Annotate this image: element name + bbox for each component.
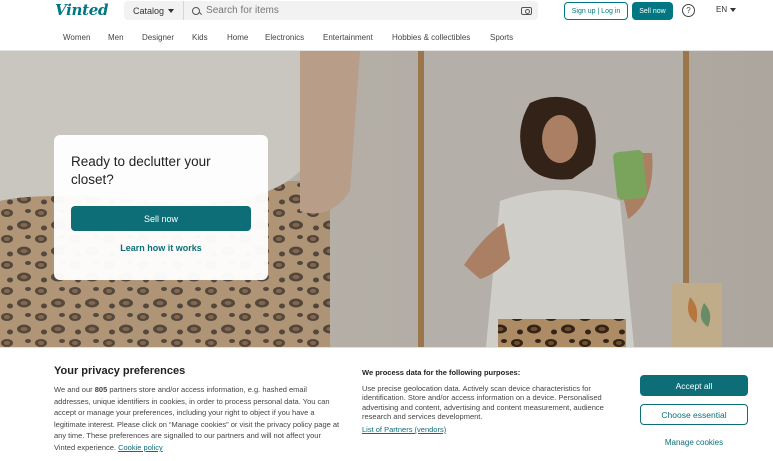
- nav-item-sports[interactable]: Sports: [490, 33, 513, 42]
- purposes-text: Use precise geolocation data. Actively s…: [362, 384, 604, 422]
- cookie-text-start: We and our: [54, 385, 95, 394]
- hero-banner: Ready to declutter your closet? Sell now…: [0, 51, 773, 347]
- catalog-dropdown[interactable]: Catalog: [124, 1, 185, 20]
- help-icon[interactable]: ?: [682, 4, 695, 17]
- search-input[interactable]: [200, 5, 521, 16]
- signup-login-button[interactable]: Sign up | Log in: [564, 2, 628, 20]
- promo-title: Ready to declutter your closet?: [71, 154, 211, 187]
- chevron-down-icon: [730, 7, 737, 12]
- accept-all-button[interactable]: Accept all: [640, 375, 748, 396]
- choose-essential-button[interactable]: Choose essential: [640, 404, 748, 425]
- search-bar: Catalog: [124, 1, 538, 20]
- top-header: Vinted Catalog Sign up | Log in Sell now…: [0, 0, 773, 22]
- partners-list-link[interactable]: List of Partners (vendors): [362, 425, 446, 434]
- header-sell-now-button[interactable]: Sell now: [632, 2, 673, 20]
- cookie-banner: Your privacy preferences We and our 805 …: [0, 347, 773, 461]
- cookie-description: We and our 805 partners store and/or acc…: [54, 384, 344, 454]
- search-icon: [192, 6, 201, 15]
- camera-icon[interactable]: [521, 6, 532, 15]
- nav-item-men[interactable]: Men: [108, 33, 124, 42]
- cookie-title: Your privacy preferences: [54, 365, 186, 377]
- nav-item-designer[interactable]: Designer: [142, 33, 174, 42]
- cookie-policy-link[interactable]: Cookie policy: [118, 443, 163, 452]
- category-nav: Women Men Designer Kids Home Electronics…: [0, 29, 773, 49]
- learn-how-it-works-link[interactable]: Learn how it works: [71, 243, 251, 253]
- nav-item-entertainment[interactable]: Entertainment: [323, 33, 373, 42]
- nav-item-hobbies[interactable]: Hobbies & collectibles: [392, 33, 470, 42]
- nav-item-electronics[interactable]: Electronics: [265, 33, 304, 42]
- vinted-logo[interactable]: Vinted: [55, 1, 108, 19]
- promo-sell-now-button[interactable]: Sell now: [71, 206, 251, 231]
- partner-count: 805: [94, 385, 108, 394]
- cookie-text-body: partners store and/or access information…: [54, 385, 340, 452]
- language-label: EN: [716, 5, 728, 14]
- nav-item-home[interactable]: Home: [227, 33, 248, 42]
- language-selector[interactable]: EN: [716, 5, 737, 14]
- manage-cookies-button[interactable]: Manage cookies: [640, 438, 748, 447]
- nav-item-kids[interactable]: Kids: [192, 33, 208, 42]
- purposes-title: We process data for the following purpos…: [362, 368, 521, 377]
- catalog-label: Catalog: [133, 5, 165, 16]
- chevron-down-icon: [168, 8, 175, 13]
- nav-item-women[interactable]: Women: [63, 33, 90, 42]
- promo-card: Ready to declutter your closet? Sell now…: [54, 135, 268, 280]
